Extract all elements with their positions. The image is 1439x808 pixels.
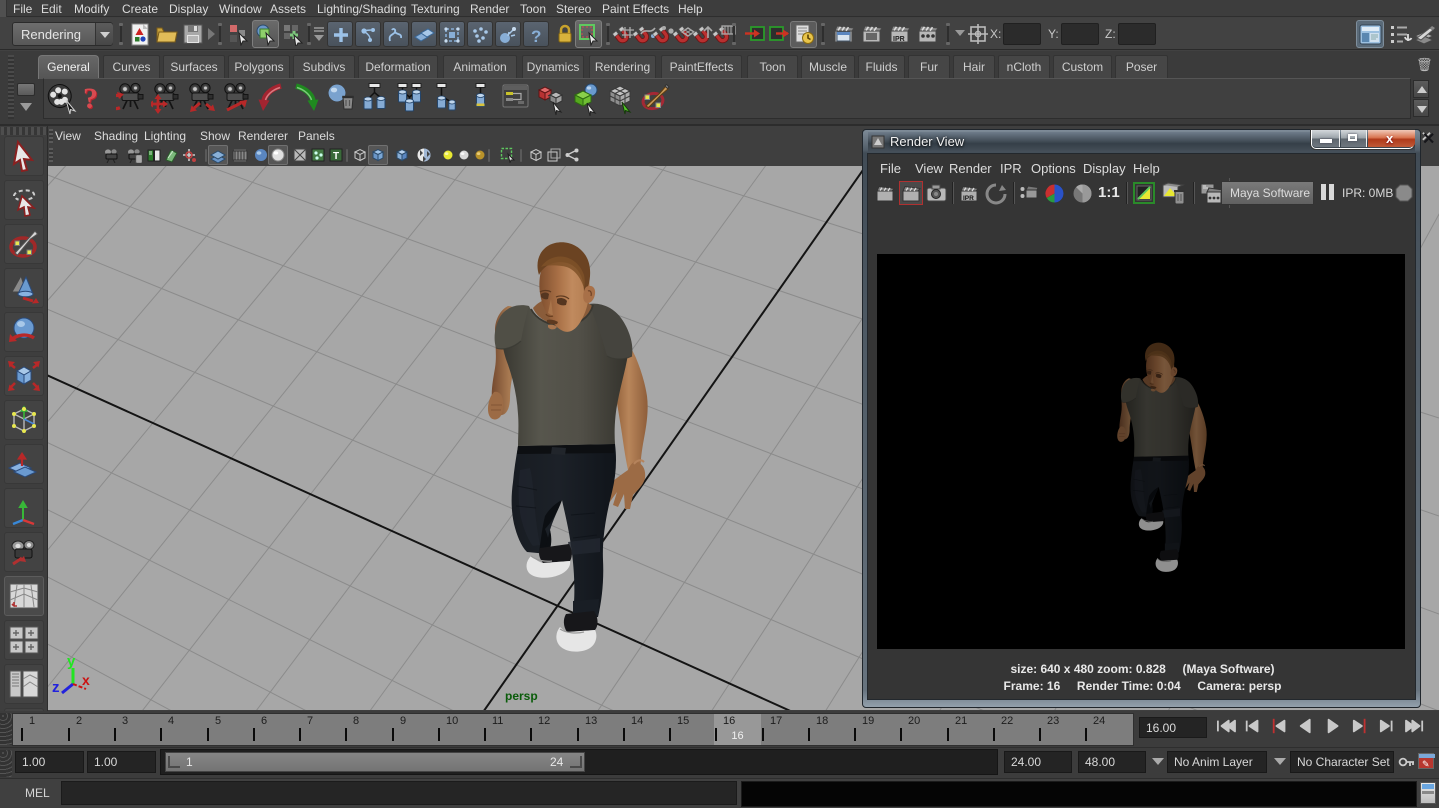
svg-text:?: ? [83,82,98,115]
svg-text:x: x [82,672,90,688]
svg-text:IPR: IPR [893,36,905,43]
svg-text:?: ? [531,27,541,46]
svg-text:z: z [52,679,60,696]
svg-text:IPR: IPR [963,195,974,202]
svg-text:T: T [333,151,339,162]
svg-text:y: y [67,653,76,670]
